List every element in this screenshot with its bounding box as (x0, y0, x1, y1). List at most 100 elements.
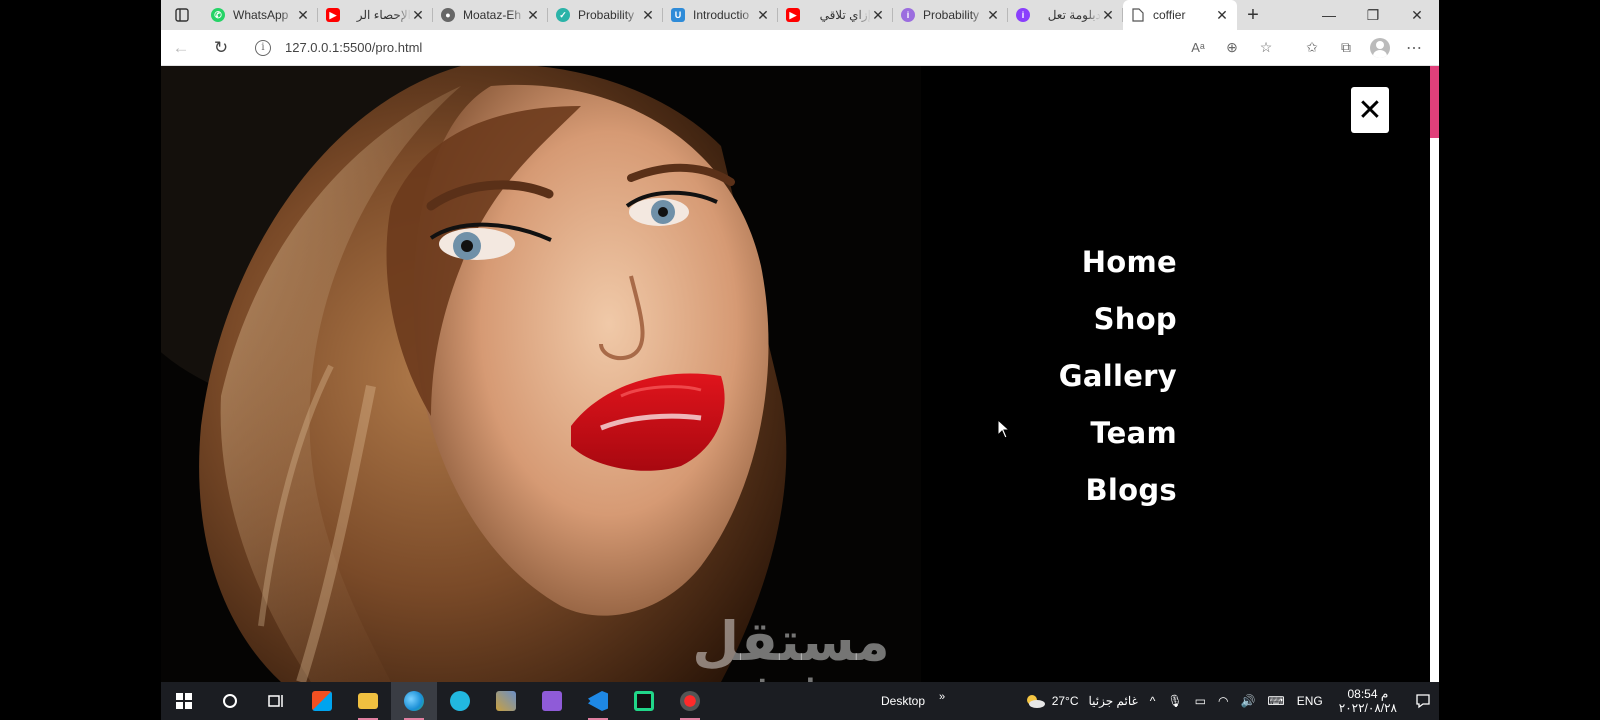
menu-link-blogs[interactable]: Blogs (1059, 462, 1177, 519)
mouse-cursor-icon (997, 419, 1011, 439)
taskbar-store[interactable] (299, 682, 345, 720)
menu-link-gallery[interactable]: Gallery (1059, 348, 1177, 405)
more-icon: ⋯ (1406, 39, 1422, 57)
youtube-icon: ▶ (786, 8, 800, 22)
refresh-button[interactable]: ↻ (201, 30, 241, 66)
menu-link-team[interactable]: Team (1059, 405, 1177, 462)
favorites-button[interactable]: ✩ (1295, 30, 1329, 66)
avatar (1370, 37, 1390, 58)
page-icon (1131, 8, 1145, 22)
plus-icon: + (1247, 3, 1259, 26)
new-tab-button[interactable]: + (1237, 0, 1269, 30)
settings-menu-button[interactable]: ⋯ (1397, 30, 1431, 66)
taskbar-recorder[interactable] (667, 682, 713, 720)
tab-title: WhatsApp (233, 8, 289, 22)
tab-diploma[interactable]: i دبلومة تعل ✕ (1008, 0, 1123, 30)
chevron-right-icon[interactable]: » (939, 691, 945, 703)
tab-youtube-1[interactable]: ▶ الإحصاء الر ✕ (318, 0, 433, 30)
scrollbar[interactable] (1430, 66, 1439, 682)
edge-icon (404, 691, 424, 711)
start-button[interactable] (161, 682, 207, 720)
taskbar-tools[interactable] (483, 682, 529, 720)
tab-close-icon[interactable]: ✕ (641, 7, 655, 24)
task-view-button[interactable] (253, 682, 299, 720)
url-field[interactable]: i 127.0.0.1:5500/pro.html (241, 34, 1181, 62)
tab-close-icon[interactable]: ✕ (296, 7, 310, 24)
vscode-icon (588, 691, 608, 711)
zoom-button[interactable]: ⊕ (1215, 30, 1249, 66)
taskbar-visual-studio[interactable] (529, 682, 575, 720)
desktop-toolbar-label[interactable]: Desktop (881, 694, 925, 708)
favorites-icon: ✩ (1306, 39, 1318, 55)
url-text: 127.0.0.1:5500/pro.html (285, 40, 423, 55)
close-menu-button[interactable]: ✕ (1351, 87, 1389, 133)
keyboard-icon[interactable]: ⌨ (1261, 694, 1290, 708)
tab-coffier[interactable]: coffier ✕ (1123, 0, 1237, 30)
taskbar-vscode[interactable] (575, 682, 621, 720)
language-indicator[interactable]: ENG (1291, 694, 1329, 708)
tools-icon (496, 691, 516, 711)
minimize-button[interactable]: — (1307, 0, 1351, 30)
taskbar-pycharm[interactable] (621, 682, 667, 720)
tab-close-icon[interactable]: ✕ (1215, 7, 1229, 24)
address-bar: ← ↻ i 127.0.0.1:5500/pro.html Aᵃ ⊕ ☆ ✩ ⧉… (161, 30, 1439, 66)
menu-link-home[interactable]: Home (1059, 234, 1177, 291)
menu-link-shop[interactable]: Shop (1059, 291, 1177, 348)
tab-close-icon[interactable]: ✕ (986, 7, 1000, 24)
tab-probability-1[interactable]: ✓ Probability ✕ (548, 0, 663, 30)
app-icon (450, 691, 470, 711)
close-icon: ✕ (1357, 92, 1383, 128)
page-viewport: ✕ Home Shop Gallery Team Blogs (161, 66, 1439, 682)
tab-close-icon[interactable]: ✕ (1101, 7, 1115, 24)
windows-icon (176, 693, 192, 709)
folder-icon (358, 693, 378, 709)
restore-button[interactable]: ❐ (1351, 0, 1395, 30)
read-aloud-button[interactable]: Aᵃ (1181, 30, 1215, 66)
tab-close-icon[interactable]: ✕ (411, 7, 425, 24)
chevron-up-icon[interactable]: ^ (1144, 694, 1162, 708)
udacity-icon: U (671, 8, 685, 22)
recorder-icon (680, 691, 700, 711)
tab-actions-button[interactable] (161, 0, 203, 30)
visual-studio-icon (542, 691, 562, 711)
taskbar-file-explorer[interactable] (345, 682, 391, 720)
tab-youtube-2[interactable]: ▶ إزاي تلاقي ✕ (778, 0, 893, 30)
search-button[interactable] (207, 682, 253, 720)
battery-icon[interactable]: ▭ (1189, 694, 1212, 708)
clock[interactable]: 08:54 م ٢٠٢٢/٠٨/٢٨ (1329, 687, 1407, 715)
collections-icon: ⧉ (1341, 39, 1351, 55)
read-aloud-icon: Aᵃ (1191, 40, 1205, 55)
tab-close-icon[interactable]: ✕ (871, 7, 885, 24)
volume-icon[interactable]: 🔊 (1234, 694, 1261, 708)
taskbar-edge[interactable] (391, 682, 437, 720)
weather-widget[interactable]: 27°C غائم جزئيا (1018, 694, 1144, 708)
scrollbar-thumb[interactable] (1430, 66, 1439, 138)
course-icon: i (1016, 8, 1030, 22)
tab-probability-2[interactable]: i Probability ✕ (893, 0, 1008, 30)
wifi-icon[interactable]: ◠ (1212, 694, 1234, 708)
tab-whatsapp[interactable]: ✆ WhatsApp ✕ (203, 0, 318, 30)
weather-text: غائم جزئيا (1088, 694, 1138, 708)
back-button[interactable]: ← (161, 30, 201, 66)
tab-actions-icon (175, 8, 189, 22)
info-icon[interactable]: i (255, 39, 271, 56)
tab-introduction[interactable]: U Introductio ✕ (663, 0, 778, 30)
profile-button[interactable] (1363, 30, 1397, 66)
notification-icon (1416, 694, 1430, 709)
collections-button[interactable]: ⧉ (1329, 30, 1363, 66)
close-window-button[interactable]: ✕ (1395, 0, 1439, 30)
add-favorite-button[interactable]: ☆ (1249, 30, 1283, 66)
tab-github[interactable]: ● Moataz-Eh ✕ (433, 0, 548, 30)
tab-title: Introductio (693, 8, 750, 22)
youtube-icon: ▶ (326, 8, 340, 22)
arrow-left-icon: ← (172, 37, 190, 57)
tab-close-icon[interactable]: ✕ (526, 7, 540, 24)
task-view-icon (268, 695, 283, 707)
notifications-button[interactable] (1407, 682, 1439, 720)
weather-temp: 27°C (1051, 694, 1079, 708)
taskbar-app[interactable] (437, 682, 483, 720)
microphone-icon[interactable]: 🎙 (1161, 694, 1188, 708)
tab-close-icon[interactable]: ✕ (756, 7, 770, 24)
cortana-icon (223, 694, 237, 708)
refresh-icon: ↻ (213, 37, 229, 57)
